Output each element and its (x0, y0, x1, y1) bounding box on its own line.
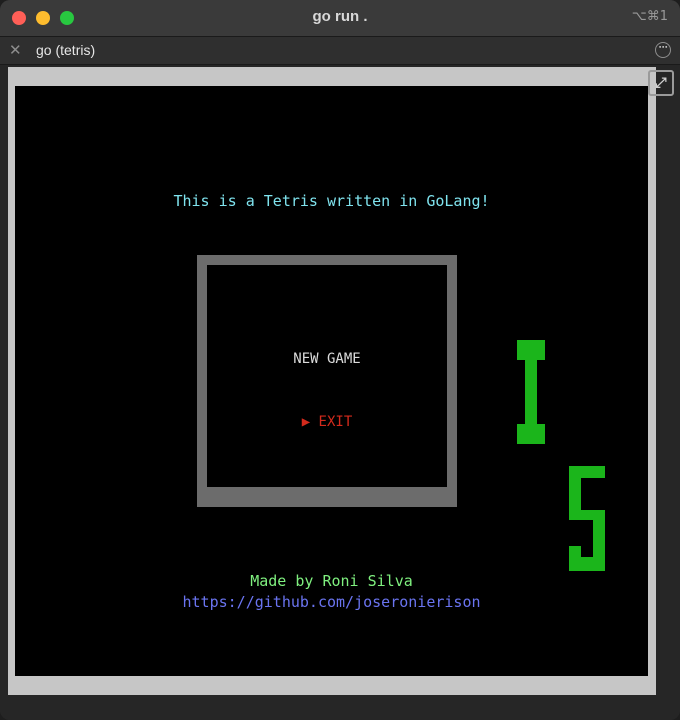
logo-i-bottom (517, 424, 545, 444)
title-bar: go run . ⌥⌘1 (0, 0, 680, 37)
main-menu: NEW GAME ▶ EXIT (197, 255, 457, 507)
close-icon[interactable]: ✕ (9, 41, 22, 59)
window-title: go run . (312, 8, 368, 25)
logo-s-lower-right (593, 520, 605, 560)
logo-s-top (569, 466, 605, 478)
terminal-window: go run . ⌥⌘1 ✕ go (tetris) ⋯ ⤢ This is a… (0, 0, 680, 720)
tab-go-tetris[interactable]: go (tetris) (36, 42, 95, 58)
logo-i-stem (525, 360, 537, 424)
logo-s-upper-left (569, 478, 581, 514)
logo-i-top (517, 340, 545, 360)
main-menu-panel: NEW GAME ▶ EXIT (207, 265, 447, 487)
menu-item-exit[interactable]: ▶ EXIT (207, 414, 447, 430)
window-shortcut: ⌥⌘1 (631, 9, 668, 24)
tab-bar: ✕ go (tetris) ⋯ (0, 37, 680, 65)
github-link[interactable]: https://github.com/joseronierison (15, 593, 648, 611)
logo-letter-s (569, 466, 605, 571)
logo-s-tail (569, 546, 581, 558)
logo-s-middle (569, 510, 605, 520)
logo-letter-i (517, 340, 545, 444)
more-options-icon[interactable]: ⋯ (655, 42, 671, 58)
credits-text: Made by Roni Silva (250, 572, 413, 590)
logo-s-bottom (569, 557, 605, 571)
game-headline: This is a Tetris written in GoLang! (173, 192, 490, 210)
expand-icon[interactable]: ⤢ (648, 70, 674, 96)
menu-item-new-game[interactable]: NEW GAME (207, 351, 447, 367)
